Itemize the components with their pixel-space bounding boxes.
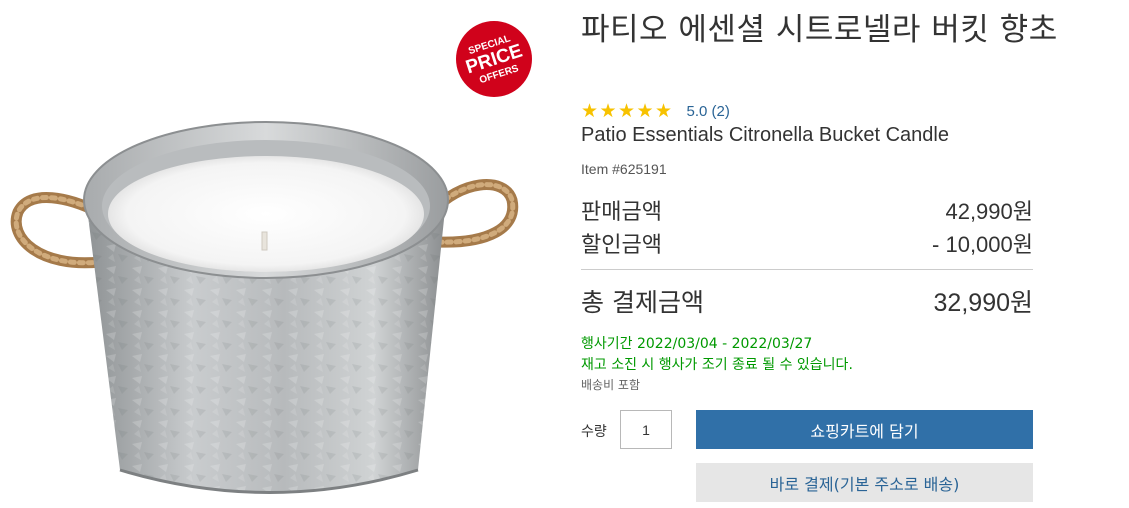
quantity-label: 수량 xyxy=(581,424,607,440)
item-number: Item #625191 xyxy=(581,161,667,177)
total-price-label: 총 결제금액 xyxy=(581,288,704,317)
sale-price-label: 판매금액 xyxy=(581,200,662,225)
price-divider xyxy=(581,269,1033,270)
discount-value: - 10,000원 xyxy=(932,232,1033,257)
star-icon: ★ xyxy=(655,100,673,122)
special-price-offers-badge: SPECIAL PRICE OFFERS xyxy=(456,21,532,97)
product-title: 파티오 에센셜 시트로넬라 버킷 향초 xyxy=(581,12,1058,48)
shipping-info: 배송비 포함 xyxy=(581,378,641,392)
add-to-cart-button[interactable]: 쇼핑카트에 담기 xyxy=(696,410,1033,449)
buy-now-button[interactable]: 바로 결제(기본 주소로 배송) xyxy=(696,463,1033,502)
rating-stars: ★ ★ ★ ★ ★ xyxy=(581,101,674,121)
star-icon: ★ xyxy=(636,100,654,122)
product-image-panel: SPECIAL PRICE OFFERS xyxy=(0,0,540,508)
discount-row: 할인금액 - 10,000원 xyxy=(581,228,1033,258)
total-price-row: 총 결제금액 32,990원 xyxy=(581,283,1033,319)
star-icon: ★ xyxy=(618,100,636,122)
promo-note: 재고 소진 시 행사가 조기 종료 될 수 있습니다. xyxy=(581,357,853,373)
product-info-panel: 파티오 에센셜 시트로넬라 버킷 향초 ★ ★ ★ ★ ★ 5.0 (2) Pa… xyxy=(581,0,1057,508)
star-icon: ★ xyxy=(581,100,599,122)
star-icon: ★ xyxy=(599,100,617,122)
product-rating[interactable]: ★ ★ ★ ★ ★ 5.0 (2) xyxy=(581,100,730,122)
total-price-value: 32,990원 xyxy=(933,289,1033,317)
sale-price-row: 판매금액 42,990원 xyxy=(581,195,1033,225)
promo-period: 행사기간 2022/03/04 - 2022/03/27 xyxy=(581,336,813,352)
sale-price-value: 42,990원 xyxy=(945,199,1033,224)
quantity-input[interactable] xyxy=(620,410,672,449)
discount-label: 할인금액 xyxy=(581,233,662,258)
rating-score-link[interactable]: 5.0 (2) xyxy=(687,103,730,120)
product-english-name: Patio Essentials Citronella Bucket Candl… xyxy=(581,124,949,146)
